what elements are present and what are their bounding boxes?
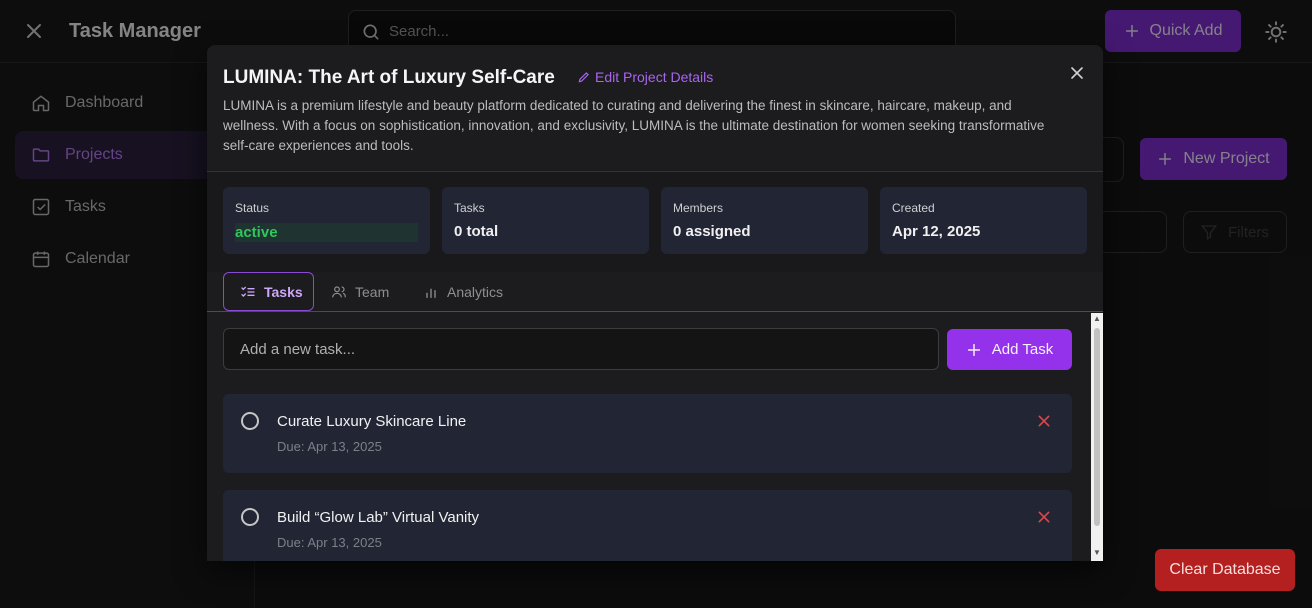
plus-icon bbox=[967, 343, 980, 356]
stat-value: 0 assigned bbox=[673, 223, 751, 240]
task-item[interactable]: Build “Glow Lab” Virtual Vanity Due: Apr… bbox=[223, 490, 1072, 561]
task-item[interactable]: Curate Luxury Skincare Line Due: Apr 13,… bbox=[223, 394, 1072, 473]
add-task-button[interactable]: Add Task bbox=[947, 329, 1072, 370]
stat-label: Tasks bbox=[454, 201, 485, 215]
tasks-panel: Add Task Curate Luxury Skincare Line Due… bbox=[207, 313, 1103, 561]
list-check-icon bbox=[241, 286, 255, 297]
tab-label: Tasks bbox=[264, 283, 303, 300]
task-checkbox[interactable] bbox=[241, 412, 259, 430]
tab-team[interactable]: Team bbox=[331, 272, 389, 311]
tab-tasks[interactable]: Tasks bbox=[223, 272, 314, 311]
delete-task-icon[interactable] bbox=[1036, 509, 1052, 525]
stat-tasks: Tasks 0 total bbox=[442, 187, 649, 254]
add-task-label: Add Task bbox=[991, 341, 1054, 358]
stat-label: Created bbox=[892, 201, 935, 215]
tab-label: Analytics bbox=[447, 283, 504, 300]
pencil-icon bbox=[578, 72, 589, 83]
task-due-date: Due: Apr 13, 2025 bbox=[277, 439, 382, 454]
project-description: LUMINA is a premium lifestyle and beauty… bbox=[223, 98, 1045, 153]
modal-tabs: Tasks Team Analytics bbox=[207, 272, 1103, 312]
close-modal-icon[interactable] bbox=[1067, 63, 1087, 83]
bar-chart-icon bbox=[426, 288, 436, 298]
clear-database-button[interactable]: Clear Database bbox=[1155, 549, 1295, 591]
stat-label: Status bbox=[235, 201, 270, 215]
stat-label: Members bbox=[673, 201, 724, 215]
project-details-modal: LUMINA: The Art of Luxury Self-Care Edit… bbox=[207, 45, 1103, 561]
delete-task-icon[interactable] bbox=[1036, 413, 1052, 429]
project-title: LUMINA: The Art of Luxury Self-Care bbox=[223, 67, 555, 88]
stat-value: Apr 12, 2025 bbox=[892, 223, 981, 240]
tab-label: Team bbox=[355, 283, 390, 300]
task-title: Curate Luxury Skincare Line bbox=[277, 413, 467, 430]
stat-members: Members 0 assigned bbox=[661, 187, 868, 254]
stat-created: Created Apr 12, 2025 bbox=[880, 187, 1087, 254]
scroll-up-icon[interactable]: ▲ bbox=[1093, 315, 1101, 323]
app-root: Task Manager Quick Add Dashboard Project… bbox=[0, 0, 1312, 608]
edit-project-label: Edit Project Details bbox=[595, 69, 714, 85]
scroll-down-icon[interactable]: ▼ bbox=[1093, 549, 1101, 557]
task-checkbox[interactable] bbox=[241, 508, 259, 526]
new-task-field[interactable] bbox=[223, 328, 939, 370]
stat-status: Status active bbox=[223, 187, 430, 254]
users-icon bbox=[332, 285, 346, 297]
modal-header: LUMINA: The Art of Luxury Self-Care Edit… bbox=[207, 45, 1103, 172]
tab-analytics[interactable]: Analytics bbox=[423, 272, 503, 311]
stat-value: 0 total bbox=[454, 223, 499, 240]
new-task-input[interactable] bbox=[224, 329, 938, 369]
task-title: Build “Glow Lab” Virtual Vanity bbox=[277, 509, 480, 526]
task-due-date: Due: Apr 13, 2025 bbox=[277, 535, 382, 550]
status-badge: active bbox=[235, 223, 418, 242]
project-stats: Status active Tasks 0 total Members 0 as… bbox=[207, 172, 1103, 272]
scrollbar-thumb[interactable] bbox=[1094, 328, 1100, 526]
edit-project-link[interactable]: Edit Project Details bbox=[577, 69, 713, 85]
scrollbar[interactable]: ▲ ▼ bbox=[1091, 313, 1103, 561]
